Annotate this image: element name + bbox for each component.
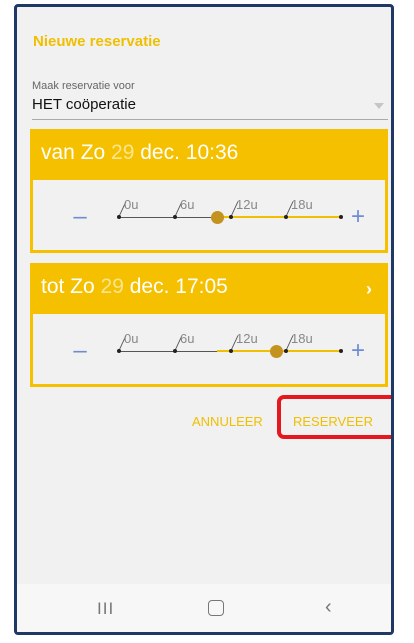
- from-date-time: dec. 10:36: [140, 141, 239, 164]
- tick-label: 6u: [180, 197, 195, 212]
- phone-screen: Nieuwe reservatie Maak reservatie voor H…: [14, 4, 394, 635]
- to-prefix: tot Zo: [41, 275, 95, 298]
- tick-label: 0u: [124, 331, 139, 346]
- cancel-button[interactable]: ANNULEER: [192, 414, 263, 429]
- from-slider-fill: [217, 216, 341, 218]
- dialog-title: Nieuwe reservatie: [33, 33, 161, 50]
- from-plus-button[interactable]: +: [345, 204, 371, 230]
- reserve-for-label: Maak reservatie voor: [32, 80, 135, 92]
- tick-label: 12u: [236, 197, 258, 212]
- from-time-slider[interactable]: 0u 6u 12u 18u: [33, 180, 385, 250]
- from-prefix: van Zo: [41, 141, 106, 164]
- to-slider-thumb[interactable]: [270, 345, 284, 358]
- track-end-dot: [339, 215, 343, 219]
- tick-label: 18u: [291, 331, 313, 346]
- chevron-right-icon[interactable]: ›: [366, 279, 372, 300]
- from-day: 29: [111, 141, 135, 164]
- dropdown-caret-icon: [374, 103, 384, 109]
- tick-dot: [229, 215, 233, 219]
- tick-label: 12u: [236, 331, 258, 346]
- tick-label: 0u: [124, 197, 139, 212]
- to-day: 29: [100, 275, 124, 298]
- recent-apps-icon[interactable]: III: [97, 599, 114, 619]
- from-card: van Zo 29 dec. 10:36 – 0u 6u 12u 18u +: [30, 129, 388, 253]
- tick-dot: [284, 349, 288, 353]
- to-card: tot Zo 29 dec. 17:05 › – 0u 6u 12u 18u +: [30, 263, 388, 387]
- to-date-time: dec. 17:05: [129, 275, 228, 298]
- back-icon[interactable]: ‹: [325, 596, 332, 619]
- reserve-for-value: HET coöperatie: [32, 96, 136, 113]
- from-slider-thumb[interactable]: [210, 211, 224, 224]
- reserve-for-select[interactable]: HET coöperatie: [32, 93, 388, 120]
- tick-dot: [229, 349, 233, 353]
- tick-dot: [173, 349, 177, 353]
- reserve-highlight-box: [277, 395, 391, 439]
- tick-dot: [117, 215, 121, 219]
- tick-label: 6u: [180, 331, 195, 346]
- tick-dot: [284, 215, 288, 219]
- to-slider-area: – 0u 6u 12u 18u +: [33, 314, 385, 384]
- from-slider-area: – 0u 6u 12u 18u +: [33, 180, 385, 250]
- android-navbar: III ‹: [17, 584, 391, 632]
- tick-label: 18u: [291, 197, 313, 212]
- from-datetime[interactable]: van Zo 29 dec. 10:36: [41, 141, 238, 165]
- to-plus-button[interactable]: +: [345, 338, 371, 364]
- tick-dot: [173, 215, 177, 219]
- track-end-dot: [339, 349, 343, 353]
- to-time-slider[interactable]: 0u 6u 12u 18u: [33, 314, 385, 384]
- to-datetime[interactable]: tot Zo 29 dec. 17:05: [41, 275, 228, 299]
- tick-dot: [117, 349, 121, 353]
- home-icon[interactable]: [208, 600, 224, 616]
